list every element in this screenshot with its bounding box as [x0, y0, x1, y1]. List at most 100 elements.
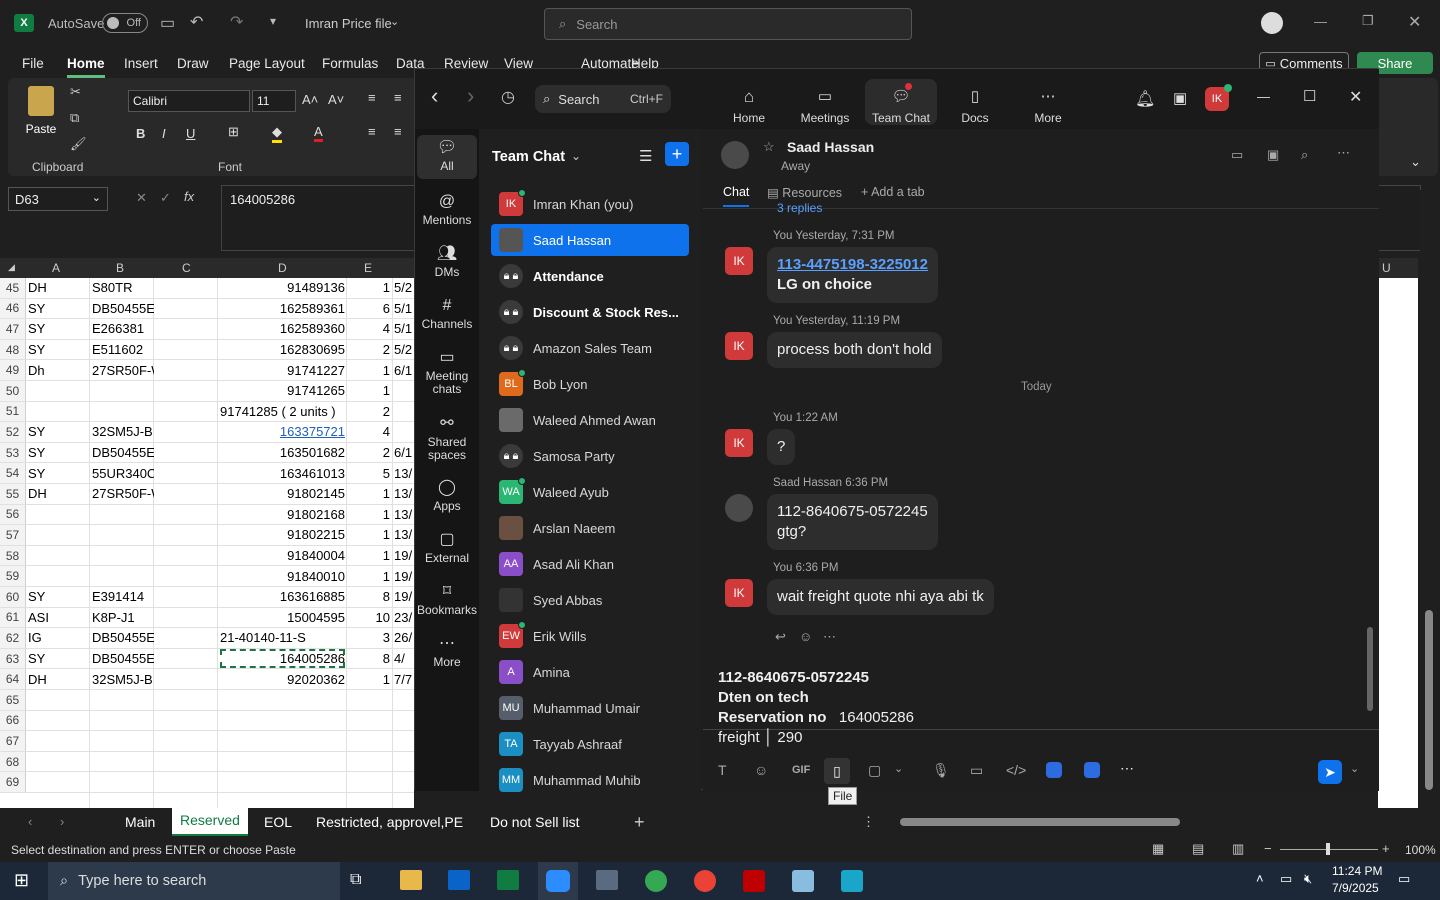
- cell-d[interactable]: 92020362: [220, 669, 345, 689]
- row-number[interactable]: 47: [0, 319, 26, 339]
- chrome-profile-icon[interactable]: [694, 870, 716, 892]
- send-options-icon[interactable]: ⌄: [1350, 762, 1359, 775]
- cell-d[interactable]: 91840004: [220, 546, 345, 566]
- sheet-row[interactable]: 67: [0, 731, 414, 752]
- sheet-row[interactable]: 63 SY DB50455E 164005286 8 4/: [0, 648, 414, 670]
- excel-icon[interactable]: [497, 870, 519, 890]
- cell-e[interactable]: 1: [348, 278, 390, 298]
- cell-f[interactable]: [394, 690, 414, 710]
- cell-b[interactable]: 32SM5J-B: [92, 422, 154, 442]
- next-sheet-icon[interactable]: ›: [60, 814, 64, 829]
- row-number[interactable]: 65: [0, 690, 26, 710]
- row-number[interactable]: 61: [0, 607, 26, 628]
- cell-b[interactable]: E266381: [92, 319, 154, 339]
- app-icon-1[interactable]: [1046, 762, 1062, 778]
- back-arrow-icon[interactable]: ‹: [431, 83, 438, 109]
- cell-a[interactable]: SY: [28, 649, 88, 669]
- chat-list-item[interactable]: TA Tayyab Ashraaf: [491, 728, 689, 760]
- customize-icon[interactable]: ▾: [270, 14, 276, 28]
- cell-b[interactable]: K8P-J1: [92, 608, 154, 628]
- row-number[interactable]: 46: [0, 298, 26, 319]
- cell-f[interactable]: 6/1: [394, 443, 414, 463]
- cell-b[interactable]: DB50455E: [92, 649, 154, 669]
- cell-a[interactable]: [28, 546, 88, 566]
- screenshot-icon[interactable]: ▢: [868, 762, 881, 779]
- page-break-view-icon[interactable]: ▥: [1232, 841, 1244, 857]
- col-header-b[interactable]: B: [116, 261, 124, 275]
- clock-date[interactable]: 7/9/2025: [1332, 881, 1379, 895]
- cell-d[interactable]: 91802215: [220, 525, 345, 545]
- cell-a[interactable]: SY: [28, 319, 88, 339]
- function-icon[interactable]: fx: [184, 189, 194, 204]
- sheet-row[interactable]: 55 DH 27SR50F-W.AUS 91802145 1 13/: [0, 484, 414, 505]
- message-bubble[interactable]: process both don't hold: [767, 332, 942, 368]
- taskbar-search[interactable]: ⌕ Type here to search: [48, 862, 340, 900]
- cell-f[interactable]: [394, 752, 414, 772]
- cell-b[interactable]: DB50455E: [92, 628, 154, 648]
- sheet-row[interactable]: 61 ASI K8P-J1 15004595 10 23/: [0, 607, 414, 629]
- cell-d[interactable]: 91840010: [220, 566, 345, 586]
- emoji-reaction-icon[interactable]: ☺: [799, 629, 812, 644]
- cell-d[interactable]: [220, 690, 345, 710]
- chat-header-avatar[interactable]: [721, 141, 749, 169]
- show-hidden-icons[interactable]: ˄: [1256, 871, 1264, 886]
- chat-list-item[interactable]: AA Asad Ali Khan: [491, 548, 689, 580]
- cell-e[interactable]: 5: [348, 463, 390, 483]
- cell-e[interactable]: 2: [348, 402, 390, 422]
- cell-e[interactable]: 2: [348, 443, 390, 463]
- cell-b[interactable]: 32SM5J-B: [92, 669, 154, 689]
- sender-avatar[interactable]: [725, 494, 753, 522]
- app-icon-teal[interactable]: [841, 870, 863, 892]
- rail-all[interactable]: 💬︎ All: [417, 135, 477, 179]
- cell-e[interactable]: 2: [348, 340, 390, 360]
- row-number[interactable]: 52: [0, 422, 26, 442]
- tab-home[interactable]: ⌂ Home: [713, 79, 785, 125]
- name-box[interactable]: D63 ⌄: [8, 187, 108, 211]
- chat-list-item[interactable]: Saad Hassan: [491, 224, 689, 256]
- cell-d[interactable]: [220, 731, 345, 751]
- cell-a[interactable]: SY: [28, 340, 88, 360]
- microphone-icon[interactable]: 🎙︎: [932, 762, 950, 779]
- cell-b[interactable]: S80TR: [92, 278, 154, 298]
- cell-e[interactable]: 8: [348, 649, 390, 669]
- cell-d[interactable]: 15004595: [220, 608, 345, 628]
- send-button[interactable]: ➤: [1318, 760, 1342, 784]
- sheet-tab-eol[interactable]: EOL: [264, 814, 292, 830]
- format-text-icon[interactable]: T: [718, 762, 727, 778]
- message-bubble[interactable]: wait freight quote nhi aya abi tk: [767, 579, 994, 615]
- sheet-tab-do-not-sell[interactable]: Do not Sell list: [490, 814, 579, 830]
- cell-d[interactable]: [220, 772, 345, 792]
- sheet-row[interactable]: 62 IG DB50455E 21-40140-11-S 3 26/: [0, 628, 414, 649]
- chat-list-item[interactable]: MU Muhammad Umair: [491, 692, 689, 724]
- user-avatar-icon[interactable]: [1261, 12, 1283, 34]
- row-number[interactable]: 57: [0, 525, 26, 545]
- rail-more[interactable]: ⋯ More: [417, 636, 477, 669]
- message-avatar[interactable]: IK: [725, 247, 753, 275]
- chrome-icon[interactable]: [645, 870, 667, 892]
- row-number[interactable]: 45: [0, 278, 26, 298]
- menu-home[interactable]: Home: [67, 56, 105, 78]
- windows-start-icon[interactable]: ⊞: [14, 870, 29, 891]
- maximize-icon[interactable]: ☐: [1303, 87, 1316, 105]
- cell-a[interactable]: SY: [28, 422, 88, 442]
- row-number[interactable]: 67: [0, 731, 26, 751]
- row-number[interactable]: 51: [0, 401, 26, 422]
- cell-b[interactable]: 55UR340C9UD: [92, 463, 154, 483]
- gift-icon[interactable]: ▣: [1173, 89, 1187, 107]
- cell-d[interactable]: 91489136: [220, 278, 345, 298]
- cell-e[interactable]: 6: [348, 299, 390, 319]
- cell-b[interactable]: E391414: [92, 587, 154, 607]
- cell-a[interactable]: SY: [28, 587, 88, 607]
- cell-e[interactable]: 4: [348, 319, 390, 339]
- cell-b[interactable]: DB50455E: [92, 443, 154, 463]
- col-header-c[interactable]: C: [182, 261, 191, 275]
- profile-avatar[interactable]: IK: [1205, 84, 1232, 111]
- task-view-icon[interactable]: ⧉: [350, 871, 361, 889]
- order-link[interactable]: 113-4475198-3225012: [777, 255, 928, 275]
- cell-d[interactable]: 162589361: [220, 299, 345, 319]
- col-header-d[interactable]: D: [278, 261, 287, 275]
- sheet-row[interactable]: 65: [0, 690, 414, 711]
- cell-e[interactable]: [348, 772, 390, 792]
- borders-icon[interactable]: ⊞: [228, 124, 239, 140]
- col-header-u[interactable]: U: [1382, 261, 1391, 275]
